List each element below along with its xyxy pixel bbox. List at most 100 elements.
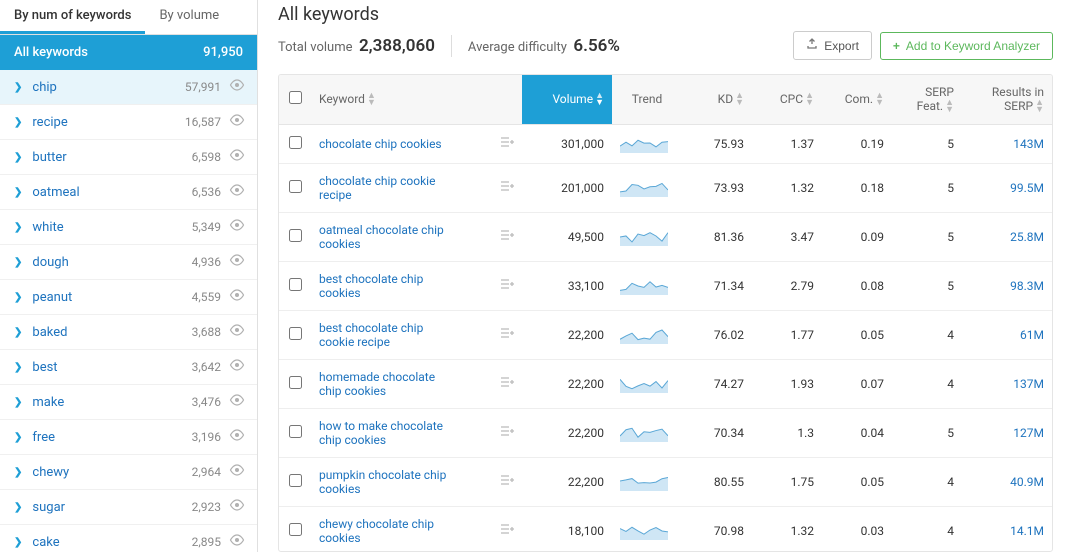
keyword-link[interactable]: chocolate chip cookies: [319, 137, 442, 151]
sidebar-item-chewy[interactable]: ❯chewy2,964: [0, 455, 257, 490]
eye-icon[interactable]: [229, 289, 245, 305]
sidebar-item-oatmeal[interactable]: ❯oatmeal6,536: [0, 175, 257, 210]
row-checkbox[interactable]: [289, 376, 302, 389]
chevron-right-icon: ❯: [14, 502, 22, 513]
col-keyword[interactable]: Keyword▲▼: [311, 75, 492, 124]
keyword-link[interactable]: best chocolate chip cookie recipe: [319, 321, 449, 349]
add-row-icon[interactable]: [500, 426, 514, 441]
eye-icon[interactable]: [229, 464, 245, 480]
keyword-link[interactable]: homemade chocolate chip cookies: [319, 370, 449, 398]
eye-icon[interactable]: [229, 359, 245, 375]
keyword-link[interactable]: how to make chocolate chip cookies: [319, 419, 449, 447]
results-link[interactable]: 137M: [1013, 377, 1044, 391]
add-row-icon[interactable]: [500, 230, 514, 245]
sidebar-item-count: 4,936: [192, 255, 221, 269]
sidebar-item-recipe[interactable]: ❯recipe16,587: [0, 105, 257, 140]
add-row-icon[interactable]: [500, 524, 514, 539]
sort-icon: ▲▼: [805, 93, 814, 107]
keyword-link[interactable]: chocolate chip cookie recipe: [319, 174, 449, 202]
sidebar-item-make[interactable]: ❯make3,476: [0, 385, 257, 420]
row-checkbox[interactable]: [289, 425, 302, 438]
results-link[interactable]: 143M: [1013, 137, 1044, 151]
col-serp-feat[interactable]: SERP Feat.▲▼: [892, 75, 962, 124]
add-to-analyzer-button[interactable]: + Add to Keyword Analyzer: [880, 32, 1053, 60]
tab-by-num[interactable]: By num of keywords: [0, 0, 145, 34]
add-row-icon[interactable]: [500, 181, 514, 196]
eye-icon[interactable]: [229, 254, 245, 270]
keyword-link[interactable]: chewy chocolate chip cookies: [319, 517, 449, 545]
sidebar-item-best[interactable]: ❯best3,642: [0, 350, 257, 385]
results-link[interactable]: 14.1M: [1010, 524, 1044, 538]
eye-icon[interactable]: [229, 149, 245, 165]
eye-icon[interactable]: [229, 184, 245, 200]
results-link[interactable]: 99.5M: [1010, 181, 1044, 195]
sidebar-item-free[interactable]: ❯free3,196: [0, 420, 257, 455]
add-row-icon[interactable]: [500, 475, 514, 490]
eye-icon[interactable]: [229, 79, 245, 95]
table-row: chewy chocolate chip cookies18,10070.981…: [279, 506, 1052, 552]
trend-sparkline: [620, 375, 668, 393]
sidebar-item-label: chewy: [32, 465, 191, 480]
col-cpc[interactable]: CPC▲▼: [752, 75, 822, 124]
chevron-right-icon: ❯: [14, 292, 22, 303]
sidebar-item-peanut[interactable]: ❯peanut4,559: [0, 280, 257, 315]
tab-by-volume[interactable]: By volume: [145, 0, 233, 34]
row-checkbox[interactable]: [289, 278, 302, 291]
add-row-icon[interactable]: [500, 279, 514, 294]
col-volume[interactable]: Volume▲▼: [522, 75, 612, 124]
export-button[interactable]: Export: [793, 31, 872, 60]
select-all-checkbox[interactable]: [289, 91, 302, 104]
sort-icon: ▲▼: [367, 93, 376, 107]
eye-icon[interactable]: [229, 394, 245, 410]
eye-icon[interactable]: [229, 499, 245, 515]
results-link[interactable]: 40.9M: [1010, 475, 1044, 489]
cell-volume: 22,200: [522, 359, 612, 408]
eye-icon[interactable]: [229, 429, 245, 445]
sidebar-scroll[interactable]: All keywords 91,950 ❯chip57,991❯recipe16…: [0, 35, 257, 552]
keyword-link[interactable]: best chocolate chip cookies: [319, 272, 449, 300]
sidebar-item-baked[interactable]: ❯baked3,688: [0, 315, 257, 350]
sort-icon: ▲▼: [595, 93, 604, 107]
results-link[interactable]: 98.3M: [1010, 279, 1044, 293]
col-results[interactable]: Results in SERP▲▼: [962, 75, 1052, 124]
chevron-right-icon: ❯: [14, 187, 22, 198]
add-row-icon[interactable]: [500, 328, 514, 343]
row-checkbox[interactable]: [289, 136, 302, 149]
keyword-link[interactable]: pumpkin chocolate chip cookies: [319, 468, 449, 496]
row-checkbox[interactable]: [289, 523, 302, 536]
add-row-icon[interactable]: [500, 377, 514, 392]
cell-com: 0.18: [822, 163, 892, 212]
eye-icon[interactable]: [229, 114, 245, 130]
cell-cpc: 1.3: [752, 408, 822, 457]
results-link[interactable]: 61M: [1020, 328, 1044, 342]
cell-volume: 22,200: [522, 310, 612, 359]
eye-icon[interactable]: [229, 219, 245, 235]
sidebar-item-cake[interactable]: ❯cake2,895: [0, 525, 257, 552]
cell-serp: 4: [892, 359, 962, 408]
eye-icon[interactable]: [229, 534, 245, 550]
sidebar-item-dough[interactable]: ❯dough4,936: [0, 245, 257, 280]
sidebar-item-white[interactable]: ❯white5,349: [0, 210, 257, 245]
row-checkbox[interactable]: [289, 180, 302, 193]
sidebar-item-label: white: [32, 220, 191, 235]
eye-icon[interactable]: [229, 324, 245, 340]
row-checkbox[interactable]: [289, 229, 302, 242]
row-checkbox[interactable]: [289, 474, 302, 487]
col-kd[interactable]: KD▲▼: [682, 75, 752, 124]
cell-volume: 201,000: [522, 163, 612, 212]
results-link[interactable]: 127M: [1013, 426, 1044, 440]
cell-kd: 70.34: [682, 408, 752, 457]
results-link[interactable]: 25.8M: [1010, 230, 1044, 244]
col-trend: Trend: [612, 75, 682, 124]
sidebar-item-chip[interactable]: ❯chip57,991: [0, 70, 257, 105]
row-checkbox[interactable]: [289, 327, 302, 340]
add-row-icon[interactable]: [500, 137, 514, 152]
sidebar-item-sugar[interactable]: ❯sugar2,923: [0, 490, 257, 525]
chevron-right-icon: ❯: [14, 257, 22, 268]
chevron-right-icon: ❯: [14, 537, 22, 548]
keywords-table: Keyword▲▼ Volume▲▼ Trend KD▲▼ CPC▲▼ Com.…: [279, 75, 1052, 552]
col-com[interactable]: Com.▲▼: [822, 75, 892, 124]
sidebar-item-butter[interactable]: ❯butter6,598: [0, 140, 257, 175]
keyword-link[interactable]: oatmeal chocolate chip cookies: [319, 223, 449, 251]
sidebar-all-keywords[interactable]: All keywords 91,950: [0, 35, 257, 70]
